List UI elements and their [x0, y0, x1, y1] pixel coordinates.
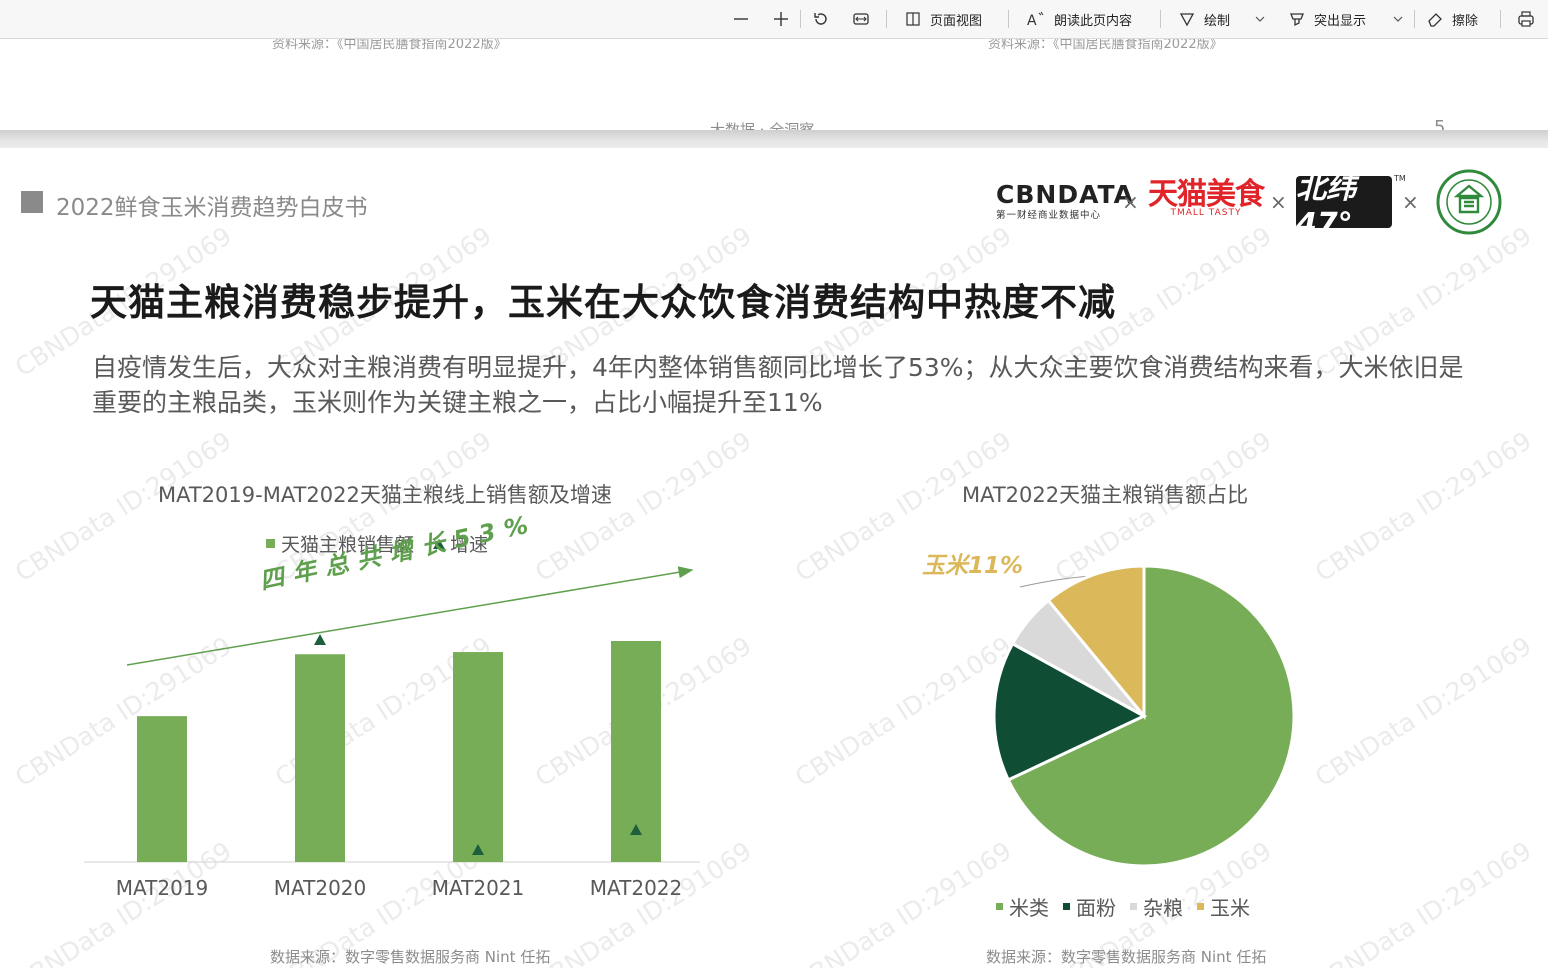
pie-chart-source: 数据来源：数字零售数据服务商 Nint 任拓: [986, 948, 1267, 966]
erase-button[interactable]: 擦除: [1426, 0, 1478, 38]
previous-page-source-left: 资料来源：《中国居民膳食指南2022版》: [272, 39, 507, 52]
draw-button[interactable]: 绘制: [1178, 0, 1230, 38]
draw-pen-icon: [1179, 13, 1195, 27]
draw-label: 绘制: [1204, 13, 1231, 29]
pie-legend-item: 米类: [996, 892, 1049, 921]
highlight-label: 突出显示: [1314, 13, 1367, 29]
highlight-button[interactable]: 突出显示: [1288, 0, 1366, 38]
read-aloud-button[interactable]: A 朗读此页内容: [1026, 0, 1132, 38]
pie-legend-swatch: [1130, 903, 1137, 910]
highlighter-icon: [1290, 13, 1304, 27]
pie-legend-item: 面粉: [1063, 892, 1116, 921]
reader-toolbar: 页面视图 A 朗读此页内容 绘制 突出显示 擦除: [0, 0, 1548, 39]
pie-legend-swatch: [1197, 903, 1204, 910]
eraser-icon: [1428, 13, 1442, 27]
chevron-down-icon: [1393, 16, 1403, 22]
previous-page: 资料来源：《中国居民膳食指南2022版》 资料来源：《中国居民膳食指南2022版…: [0, 39, 1548, 130]
page-gap: [0, 130, 1548, 148]
plus-icon: [774, 12, 788, 26]
chevron-down-icon: [1255, 16, 1265, 22]
rotate-button[interactable]: [812, 0, 830, 38]
slide-page: CBNData ID:291069 CBNData ID:291069 CBNDat…: [0, 148, 1548, 968]
previous-page-number: 5: [1434, 117, 1446, 130]
pie-legend-swatch: [1063, 903, 1070, 910]
svg-text:A: A: [1027, 13, 1037, 28]
read-aloud-icon: A: [1027, 11, 1044, 28]
minus-icon: [734, 18, 748, 20]
printer-icon: [1518, 11, 1534, 27]
pie-chart: [992, 564, 1296, 868]
read-aloud-label: 朗读此页内容: [1054, 13, 1133, 29]
previous-page-footer: 大数据 · 全洞察: [710, 121, 815, 130]
rotate-icon: [814, 13, 827, 25]
previous-page-source-right: 资料来源：《中国居民膳食指南2022版》: [988, 39, 1223, 52]
pie-legend-label: 面粉: [1076, 896, 1116, 920]
erase-label: 擦除: [1452, 13, 1479, 29]
fit-width-icon: [853, 13, 869, 25]
fit-page-button[interactable]: [852, 0, 870, 38]
pie-legend-item: 玉米: [1197, 892, 1250, 921]
page-view-button[interactable]: 页面视图: [904, 0, 982, 38]
pie-legend-swatch: [996, 903, 1003, 910]
pie-chart-legend: 米类 面粉 杂粮 玉米: [996, 892, 1250, 921]
pie-legend-item: 杂粮: [1130, 892, 1183, 921]
pie-legend-label: 玉米: [1210, 896, 1250, 920]
draw-options-dropdown[interactable]: [1254, 0, 1266, 38]
pie-legend-label: 杂粮: [1143, 896, 1183, 920]
zoom-out-button[interactable]: [732, 0, 750, 38]
print-button[interactable]: [1516, 0, 1536, 38]
page-view-label: 页面视图: [930, 13, 983, 29]
highlight-options-dropdown[interactable]: [1392, 0, 1404, 38]
zoom-in-button[interactable]: [772, 0, 790, 38]
pie-legend-label: 米类: [1009, 896, 1049, 920]
page-view-icon: [906, 12, 920, 26]
